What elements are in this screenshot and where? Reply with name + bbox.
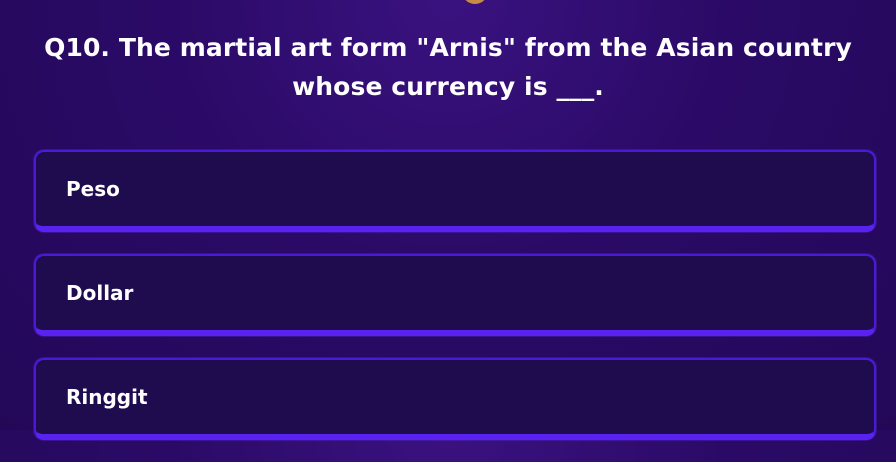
answer-option-label: Peso <box>66 177 120 201</box>
answer-option-label: Dollar <box>66 281 134 305</box>
answer-option-dollar[interactable]: Dollar <box>34 254 876 336</box>
question-text: Q10. The martial art form "Arnis" from t… <box>44 33 852 101</box>
answer-option-label: Ringgit <box>66 385 148 409</box>
answer-options: Peso Dollar Ringgit <box>34 150 876 462</box>
answer-option-ringgit[interactable]: Ringgit <box>34 358 876 440</box>
top-indicator-icon <box>462 0 488 4</box>
answer-option-peso[interactable]: Peso <box>34 150 876 232</box>
